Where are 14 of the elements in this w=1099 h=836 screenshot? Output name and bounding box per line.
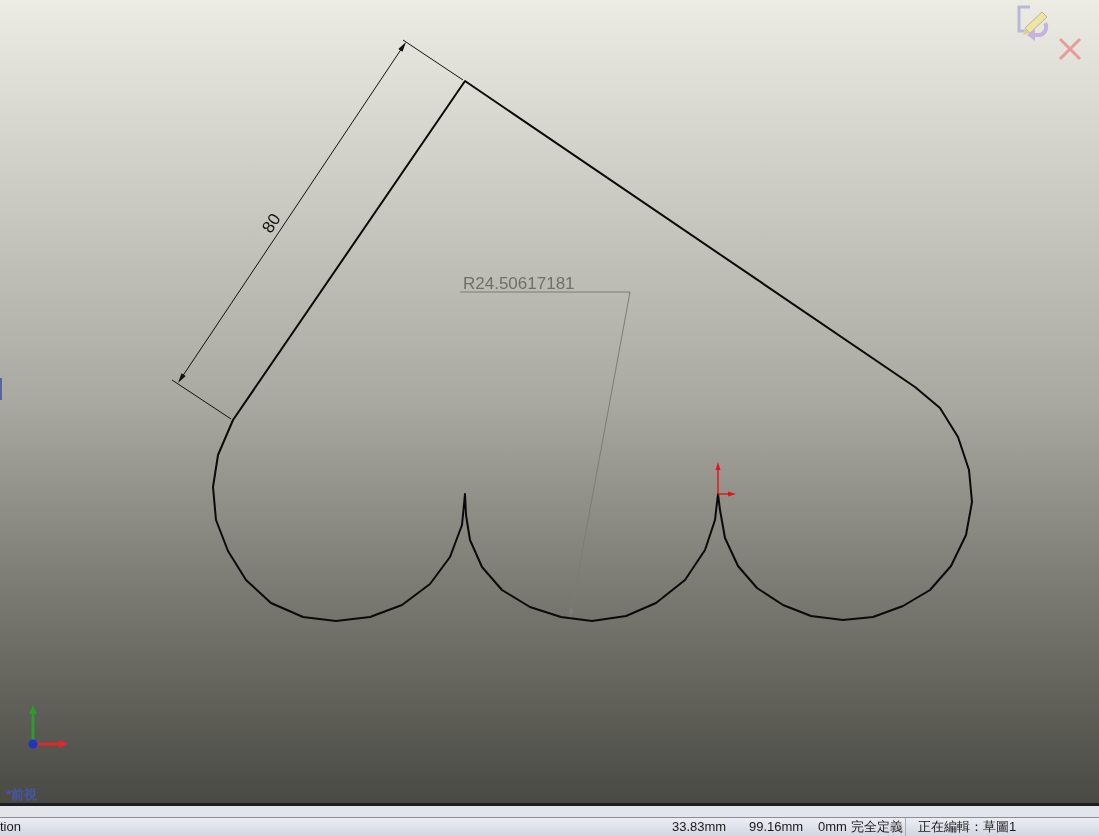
panel-tab-marker[interactable] <box>0 378 2 400</box>
extension-line <box>171 379 232 420</box>
extension-line <box>402 39 464 81</box>
editing-status: 正在編輯：草圖1 <box>918 818 1017 836</box>
view-label: *前視 <box>6 788 38 801</box>
close-icon[interactable] <box>1058 37 1082 61</box>
origin-icon <box>715 462 736 497</box>
x-coordinate: 33.83mm <box>672 819 727 835</box>
status-message: tion <box>0 819 21 835</box>
axis-triad-icon <box>28 705 68 749</box>
sketch-state: 完全定義 <box>851 819 903 835</box>
dimension-value[interactable]: 80 <box>258 210 285 237</box>
z-coordinate: 0mm <box>818 819 847 835</box>
y-coordinate: 99.16mm <box>749 819 804 835</box>
